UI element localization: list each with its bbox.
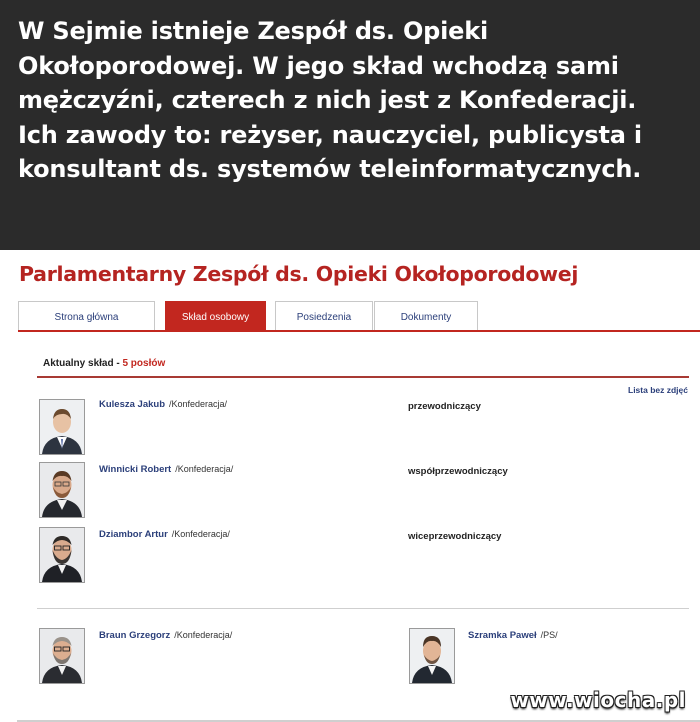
member-name: Kulesza Jakub (99, 399, 165, 410)
member-club: /Konfederacja/ (169, 399, 228, 409)
member-photo[interactable] (39, 628, 85, 684)
tab-underline (18, 330, 700, 332)
member-name-link[interactable]: Winnicki Robert/Konfederacja/ (99, 464, 233, 475)
caption-text: W Sejmie istnieje Zespół ds. Opieki Okoł… (0, 0, 700, 250)
list-without-photos-link[interactable]: Lista bez zdjęć (628, 385, 688, 395)
section-label: Aktualny skład - (43, 358, 123, 369)
member-name: Winnicki Robert (99, 464, 172, 475)
member-role: współprzewodniczący (408, 466, 508, 477)
member-role: przewodniczący (408, 401, 481, 412)
members-divider (37, 608, 689, 609)
member-name-link[interactable]: Dziambor Artur/Konfederacja/ (99, 529, 230, 540)
page-title: Parlamentarny Zespół ds. Opieki Okołopor… (19, 262, 579, 286)
member-name: Braun Grzegorz (99, 630, 171, 641)
member-name-link[interactable]: Szramka Paweł/PS/ (468, 630, 558, 641)
member-role: wiceprzewodniczący (408, 531, 502, 542)
member-photo[interactable] (39, 527, 85, 583)
member-club: /Konfederacja/ (175, 464, 234, 474)
member-club: /Konfederacja/ (174, 630, 233, 640)
member-count: 5 posłów (122, 358, 166, 369)
section-heading: Aktualny skład - 5 posłów (43, 358, 165, 369)
tab-bar: Strona główna Skład osobowy Posiedzenia … (18, 301, 700, 332)
tab-members[interactable]: Skład osobowy (165, 301, 266, 330)
tab-documents[interactable]: Dokumenty (374, 301, 478, 330)
tab-meetings[interactable]: Posiedzenia (275, 301, 373, 330)
member-name-link[interactable]: Kulesza Jakub/Konfederacja/ (99, 399, 227, 410)
member-name: Szramka Paweł (468, 630, 537, 641)
tab-home[interactable]: Strona główna (18, 301, 155, 330)
member-photo[interactable] (409, 628, 455, 684)
parliament-page: Parlamentarny Zespół ds. Opieki Okołopor… (0, 250, 700, 722)
member-name-link[interactable]: Braun Grzegorz/Konfederacja/ (99, 630, 232, 641)
member-photo[interactable] (39, 399, 85, 455)
member-club: /Konfederacja/ (171, 529, 230, 539)
section-divider (37, 376, 689, 378)
member-name: Dziambor Artur (99, 529, 168, 540)
member-club: /PS/ (540, 630, 558, 640)
watermark: www.wiocha.pl (510, 688, 686, 712)
member-photo[interactable] (39, 462, 85, 518)
